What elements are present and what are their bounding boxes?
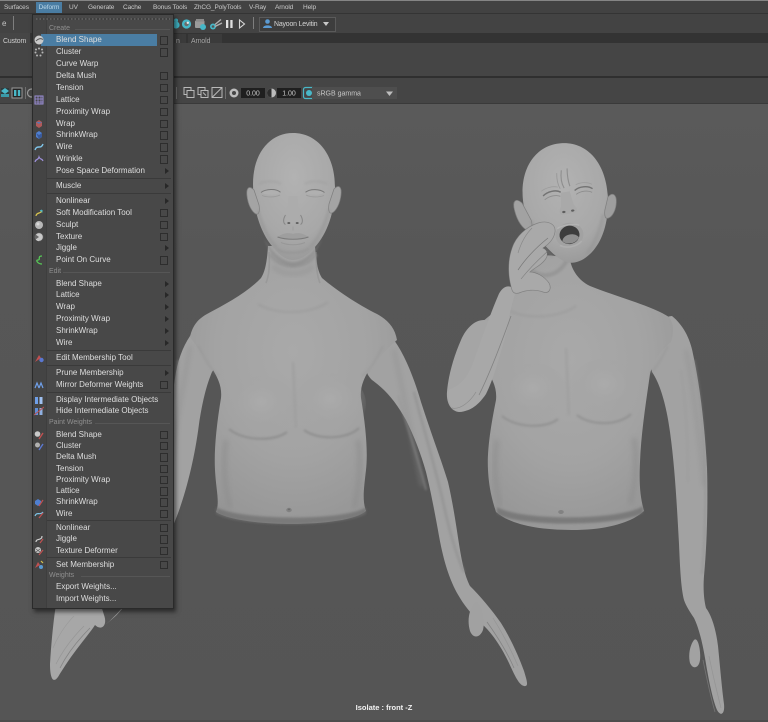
svg-text:sRGB gamma: sRGB gamma (317, 91, 361, 98)
svg-text:0.00: 0.00 (246, 91, 260, 98)
svg-text:1.00: 1.00 (282, 91, 296, 98)
